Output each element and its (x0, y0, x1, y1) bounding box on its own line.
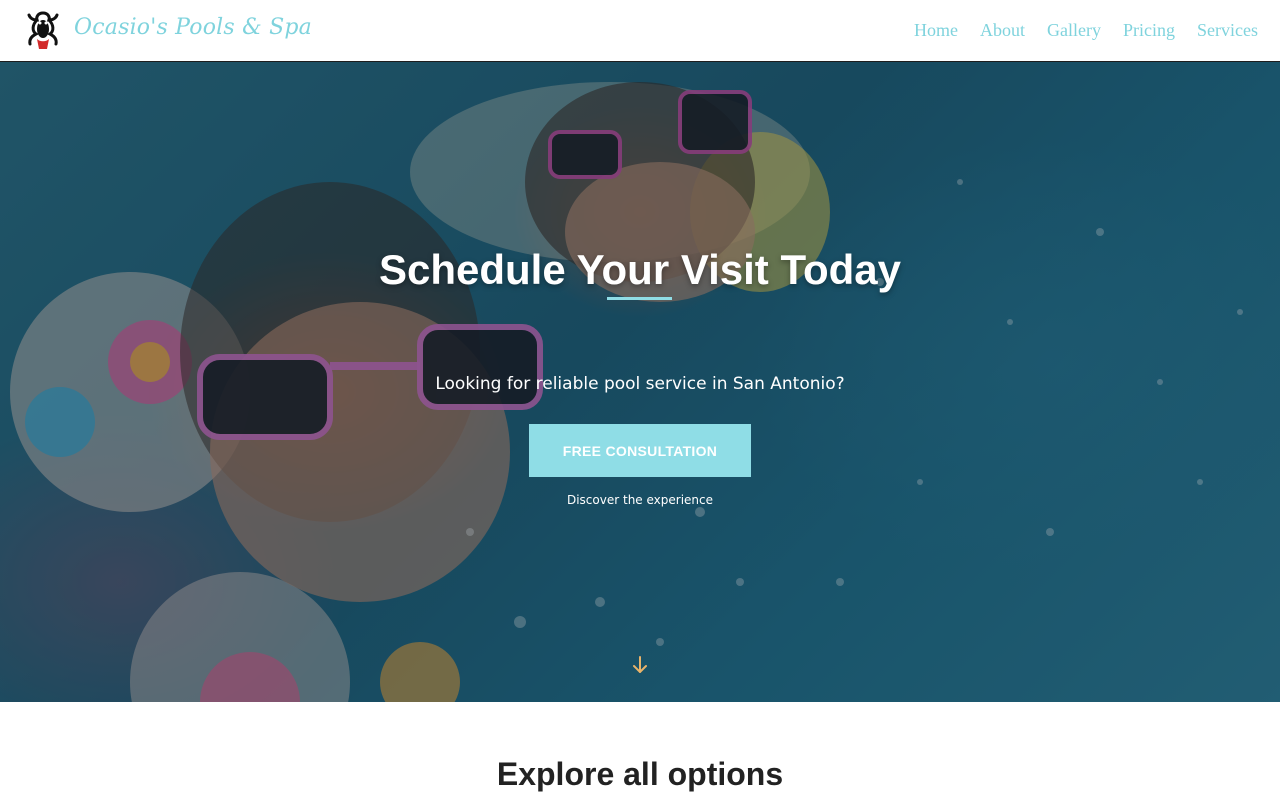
hero-caption: Discover the experience (566, 493, 713, 507)
nav-about[interactable]: About (980, 20, 1025, 41)
brand-name[interactable]: Ocasio's Pools & Spa (74, 15, 312, 40)
free-consultation-button[interactable]: FREE CONSULTATION (529, 424, 751, 477)
section-title: Explore all options (496, 756, 784, 792)
arrow-down-icon[interactable] (630, 654, 650, 676)
hero-section: Schedule Your Visit Today Looking for re… (0, 62, 1280, 702)
nav-gallery[interactable]: Gallery (1047, 20, 1101, 41)
hero-title: Schedule Your Visit Today (378, 246, 902, 293)
nav-services[interactable]: Services (1197, 20, 1258, 41)
title-underline (607, 297, 672, 300)
nav-home[interactable]: Home (914, 20, 958, 41)
hero-subtitle: Looking for reliable pool service in San… (435, 374, 845, 394)
nav-pricing[interactable]: Pricing (1123, 20, 1175, 41)
main-nav: Home About Gallery Pricing Services (914, 20, 1258, 41)
frog-icon[interactable] (24, 9, 62, 53)
site-header: Ocasio's Pools & Spa Home About Gallery … (0, 0, 1280, 62)
